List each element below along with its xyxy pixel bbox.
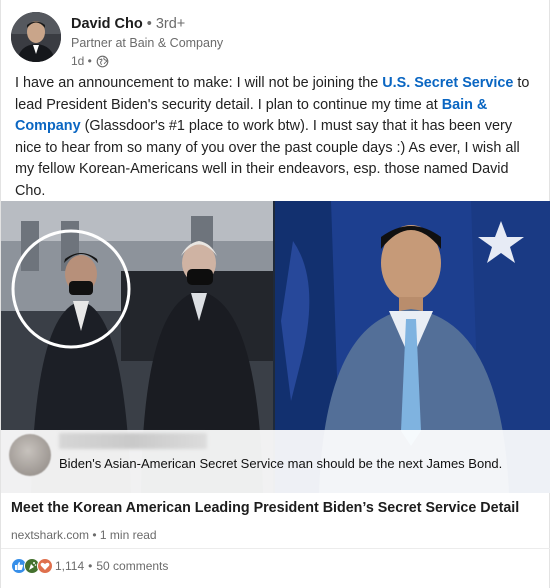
post-header: David Cho • 3rd+ Partner at Bain & Compa… — [11, 12, 539, 68]
feed-post: David Cho • 3rd+ Partner at Bain & Compa… — [0, 0, 550, 588]
article-source: nextshark.com • 1 min read — [11, 528, 157, 542]
reaction-count[interactable]: 1,114 — [55, 559, 84, 573]
link-secret-service[interactable]: U.S. Secret Service — [382, 75, 513, 91]
love-icon — [37, 558, 53, 574]
connection-degree: • 3rd+ — [146, 16, 186, 32]
globe-icon — [96, 55, 109, 68]
article-title[interactable]: Meet the Korean American Leading Preside… — [11, 500, 519, 516]
blurred-avatar — [9, 434, 51, 476]
post-time: 1d • — [71, 54, 92, 68]
blurred-name — [59, 433, 207, 449]
separator: • — [88, 559, 93, 573]
comment-count[interactable]: 50 comments — [96, 559, 168, 573]
author-name[interactable]: David Cho — [71, 16, 143, 32]
author-avatar[interactable] — [11, 12, 61, 62]
caption-text: Biden's Asian-American Secret Service ma… — [59, 456, 503, 471]
reaction-icons[interactable] — [11, 558, 53, 574]
author-headline: Partner at Bain & Company — [71, 36, 224, 50]
image-caption-card: Biden's Asian-American Secret Service ma… — [1, 430, 550, 493]
post-text-part: I have an announcement to make: I will n… — [15, 75, 383, 91]
post-meta: 1d • — [71, 54, 109, 68]
post-text: I have an announcement to make: I will n… — [15, 73, 537, 202]
divider — [1, 548, 550, 549]
social-counts: 1,114 • 50 comments — [11, 557, 168, 575]
author-name-row: David Cho • 3rd+ — [71, 16, 185, 32]
post-text-part: (Glassdoor's #1 place to work btw). I mu… — [15, 118, 520, 199]
